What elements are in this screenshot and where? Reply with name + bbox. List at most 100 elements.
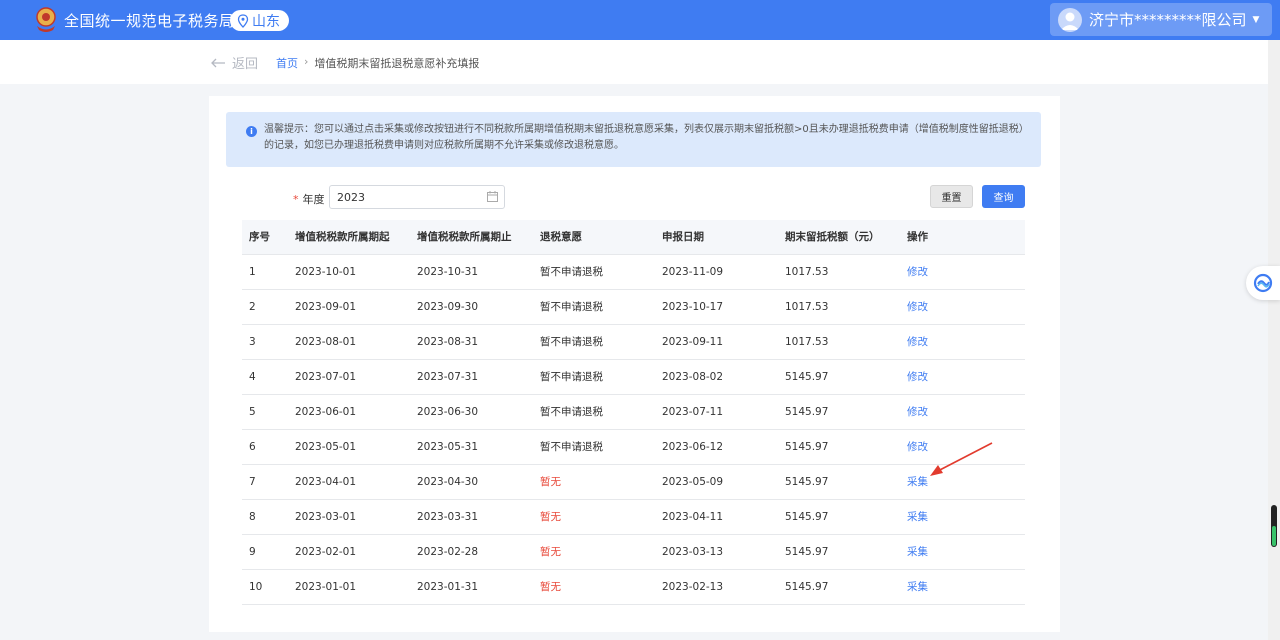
row-credit-amount: 5145.97 xyxy=(785,581,829,593)
col-header-actions: 操作 xyxy=(907,231,928,243)
row-period-start: 2023-05-01 xyxy=(295,441,357,453)
calendar-icon xyxy=(487,191,498,202)
row-filing-date: 2023-09-11 xyxy=(662,336,724,348)
row-action-link[interactable]: 修改 xyxy=(907,255,928,289)
row-refund-intent: 暂无 xyxy=(540,581,561,593)
row-refund-intent: 暂无 xyxy=(540,546,561,558)
breadcrumb-bar: 返回 首页 › 增值税期末留抵退税意愿补充填报 xyxy=(0,40,1268,84)
arrow-left-icon xyxy=(211,58,225,67)
table-row: 7 2023-04-01 2023-04-30 暂无 2023-05-09 5145.97… xyxy=(242,465,1025,500)
col-header-refund-intent: 退税意愿 xyxy=(540,231,582,243)
year-label-text: 年度 xyxy=(302,193,325,206)
row-filing-date: 2023-06-12 xyxy=(662,441,724,453)
row-index: 9 xyxy=(249,546,256,558)
reset-button[interactable]: 重置 xyxy=(930,185,973,208)
row-index: 6 xyxy=(249,441,256,453)
service-logo-icon xyxy=(1253,273,1273,293)
row-refund-intent: 暂无 xyxy=(540,511,561,523)
row-credit-amount: 1017.53 xyxy=(785,336,829,348)
row-credit-amount: 5145.97 xyxy=(785,406,829,418)
row-filing-date: 2023-07-11 xyxy=(662,406,724,418)
row-credit-amount: 1017.53 xyxy=(785,301,829,313)
row-period-end: 2023-05-31 xyxy=(417,441,479,453)
row-credit-amount: 5145.97 xyxy=(785,511,829,523)
col-header-filing-date: 申报日期 xyxy=(662,231,704,243)
table-row: 4 2023-07-01 2023-07-31 暂不申请退税 2023-08-02 514… xyxy=(242,360,1025,395)
row-index: 8 xyxy=(249,511,256,523)
col-header-period-end: 增值税税款所属期止 xyxy=(417,231,512,243)
row-filing-date: 2023-08-02 xyxy=(662,371,724,383)
query-button[interactable]: 查询 xyxy=(982,185,1025,208)
account-name: 济宁市*********限公司 xyxy=(1089,11,1247,29)
row-credit-amount: 1017.53 xyxy=(785,266,829,278)
row-period-start: 2023-02-01 xyxy=(295,546,357,558)
row-action-link[interactable]: 采集 xyxy=(907,500,928,534)
top-header: 全国统一规范电子税务局 山东 济宁市*********限公司 ▼ xyxy=(0,0,1280,40)
breadcrumb-home-link[interactable]: 首页 xyxy=(276,55,298,71)
breadcrumb-separator: › xyxy=(304,55,309,68)
refund-intent-table: 序号 增值税税款所属期起 增值税税款所属期止 退税意愿 申报日期 期末留抵税额（… xyxy=(242,220,1025,605)
row-index: 1 xyxy=(249,266,256,278)
row-credit-amount: 5145.97 xyxy=(785,371,829,383)
row-index: 5 xyxy=(249,406,256,418)
site-title: 全国统一规范电子税务局 xyxy=(64,12,235,30)
row-refund-intent: 暂无 xyxy=(540,476,561,488)
row-action-link[interactable]: 修改 xyxy=(907,395,928,429)
row-period-start: 2023-03-01 xyxy=(295,511,357,523)
row-period-end: 2023-09-30 xyxy=(417,301,479,313)
col-header-period-start: 增值税税款所属期起 xyxy=(295,231,390,243)
table-row: 9 2023-02-01 2023-02-28 暂无 2023-03-13 5145.97… xyxy=(242,535,1025,570)
year-picker[interactable]: 2023 xyxy=(329,185,505,209)
main-card: i 温馨提示：您可以通过点击采集或修改按钮进行不同税款所属期增值税期末留抵退税意… xyxy=(209,96,1060,632)
row-period-start: 2023-08-01 xyxy=(295,336,357,348)
row-filing-date: 2023-02-13 xyxy=(662,581,724,593)
user-avatar-icon xyxy=(1058,7,1082,32)
info-icon: i xyxy=(246,126,257,137)
row-period-end: 2023-08-31 xyxy=(417,336,479,348)
row-period-end: 2023-10-31 xyxy=(417,266,479,278)
table-body: 1 2023-10-01 2023-10-31 暂不申请退税 2023-11-09 101… xyxy=(242,255,1025,605)
row-period-start: 2023-06-01 xyxy=(295,406,357,418)
tax-emblem-icon xyxy=(36,7,56,32)
annotation-arrow xyxy=(930,442,993,476)
row-action-link[interactable]: 修改 xyxy=(907,360,928,394)
account-menu[interactable]: 济宁市*********限公司 ▼ xyxy=(1050,3,1272,36)
row-index: 7 xyxy=(249,476,256,488)
scrollbar-track[interactable] xyxy=(1268,40,1280,640)
row-period-start: 2023-01-01 xyxy=(295,581,357,593)
table-header: 序号 增值税税款所属期起 增值税税款所属期止 退税意愿 申报日期 期末留抵税额（… xyxy=(242,220,1025,255)
row-refund-intent: 暂不申请退税 xyxy=(540,266,603,278)
caret-down-icon: ▼ xyxy=(1252,14,1260,25)
tip-text: 温馨提示：您可以通过点击采集或修改按钮进行不同税款所属期增值税期末留抵退税意愿采… xyxy=(264,124,1029,151)
row-credit-amount: 5145.97 xyxy=(785,546,829,558)
row-period-end: 2023-01-31 xyxy=(417,581,479,593)
row-action-link[interactable]: 采集 xyxy=(907,535,928,569)
row-period-end: 2023-06-30 xyxy=(417,406,479,418)
region-selector[interactable]: 山东 xyxy=(230,10,289,31)
col-header-index: 序号 xyxy=(249,231,270,243)
row-period-start: 2023-10-01 xyxy=(295,266,357,278)
col-header-credit-amount: 期末留抵税额（元） xyxy=(785,231,880,243)
table-row: 6 2023-05-01 2023-05-31 暂不申请退税 2023-06-12 514… xyxy=(242,430,1025,465)
year-value: 2023 xyxy=(337,191,365,204)
row-index: 3 xyxy=(249,336,256,348)
location-pin-icon xyxy=(237,13,249,28)
table-row: 10 2023-01-01 2023-01-31 暂无 2023-02-13 5145.9… xyxy=(242,570,1025,605)
row-period-end: 2023-03-31 xyxy=(417,511,479,523)
scrollbar-accent xyxy=(1272,526,1276,546)
breadcrumb: 首页 › 增值税期末留抵退税意愿补充填报 xyxy=(276,55,479,71)
row-period-start: 2023-04-01 xyxy=(295,476,357,488)
row-period-end: 2023-02-28 xyxy=(417,546,479,558)
table-row: 8 2023-03-01 2023-03-31 暂无 2023-04-11 5145.97… xyxy=(242,500,1025,535)
row-action-link[interactable]: 修改 xyxy=(907,290,928,324)
row-credit-amount: 5145.97 xyxy=(785,476,829,488)
region-label: 山东 xyxy=(252,13,280,30)
row-action-link[interactable]: 修改 xyxy=(907,325,928,359)
table-row: 3 2023-08-01 2023-08-31 暂不申请退税 2023-09-11 101… xyxy=(242,325,1025,360)
row-filing-date: 2023-11-09 xyxy=(662,266,724,278)
floating-service-button[interactable] xyxy=(1246,266,1280,300)
row-refund-intent: 暂不申请退税 xyxy=(540,371,603,383)
row-action-link[interactable]: 采集 xyxy=(907,570,928,604)
back-button[interactable]: 返回 xyxy=(210,53,258,72)
row-refund-intent: 暂不申请退税 xyxy=(540,301,603,313)
